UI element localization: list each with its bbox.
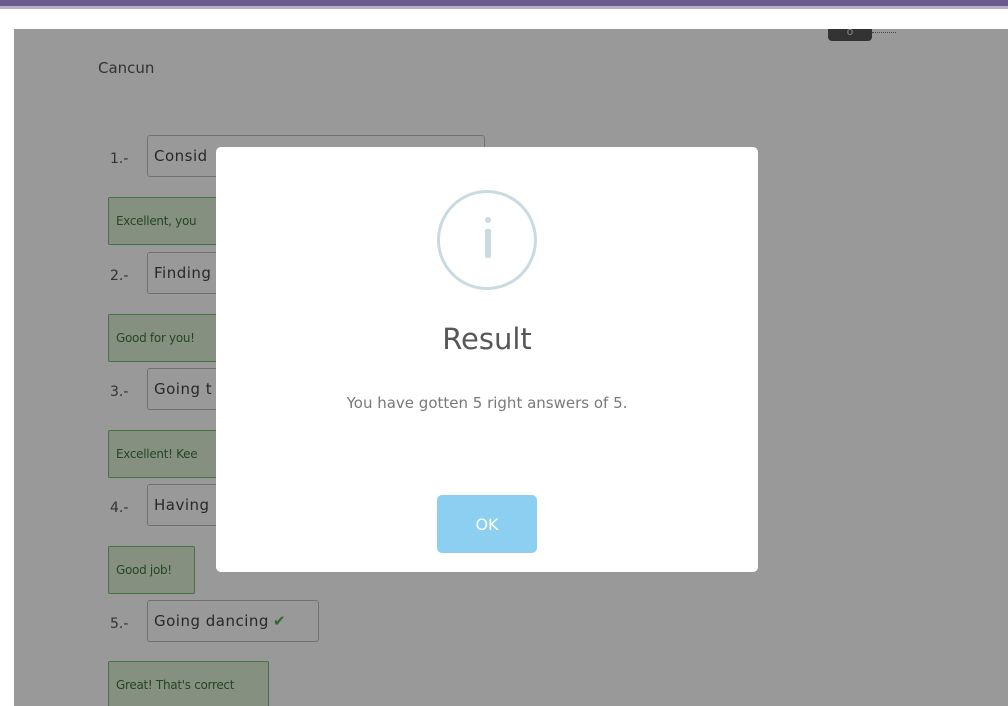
- dialog-title: Result: [442, 322, 532, 356]
- header-divider: [0, 6, 1008, 9]
- info-icon: [437, 190, 537, 290]
- result-dialog: Result You have gotten 5 right answers o…: [216, 147, 758, 572]
- dialog-message: You have gotten 5 right answers of 5.: [346, 394, 628, 412]
- info-icon-dot: [485, 217, 491, 223]
- ok-button[interactable]: OK: [437, 495, 537, 553]
- info-icon-bar: [485, 229, 491, 258]
